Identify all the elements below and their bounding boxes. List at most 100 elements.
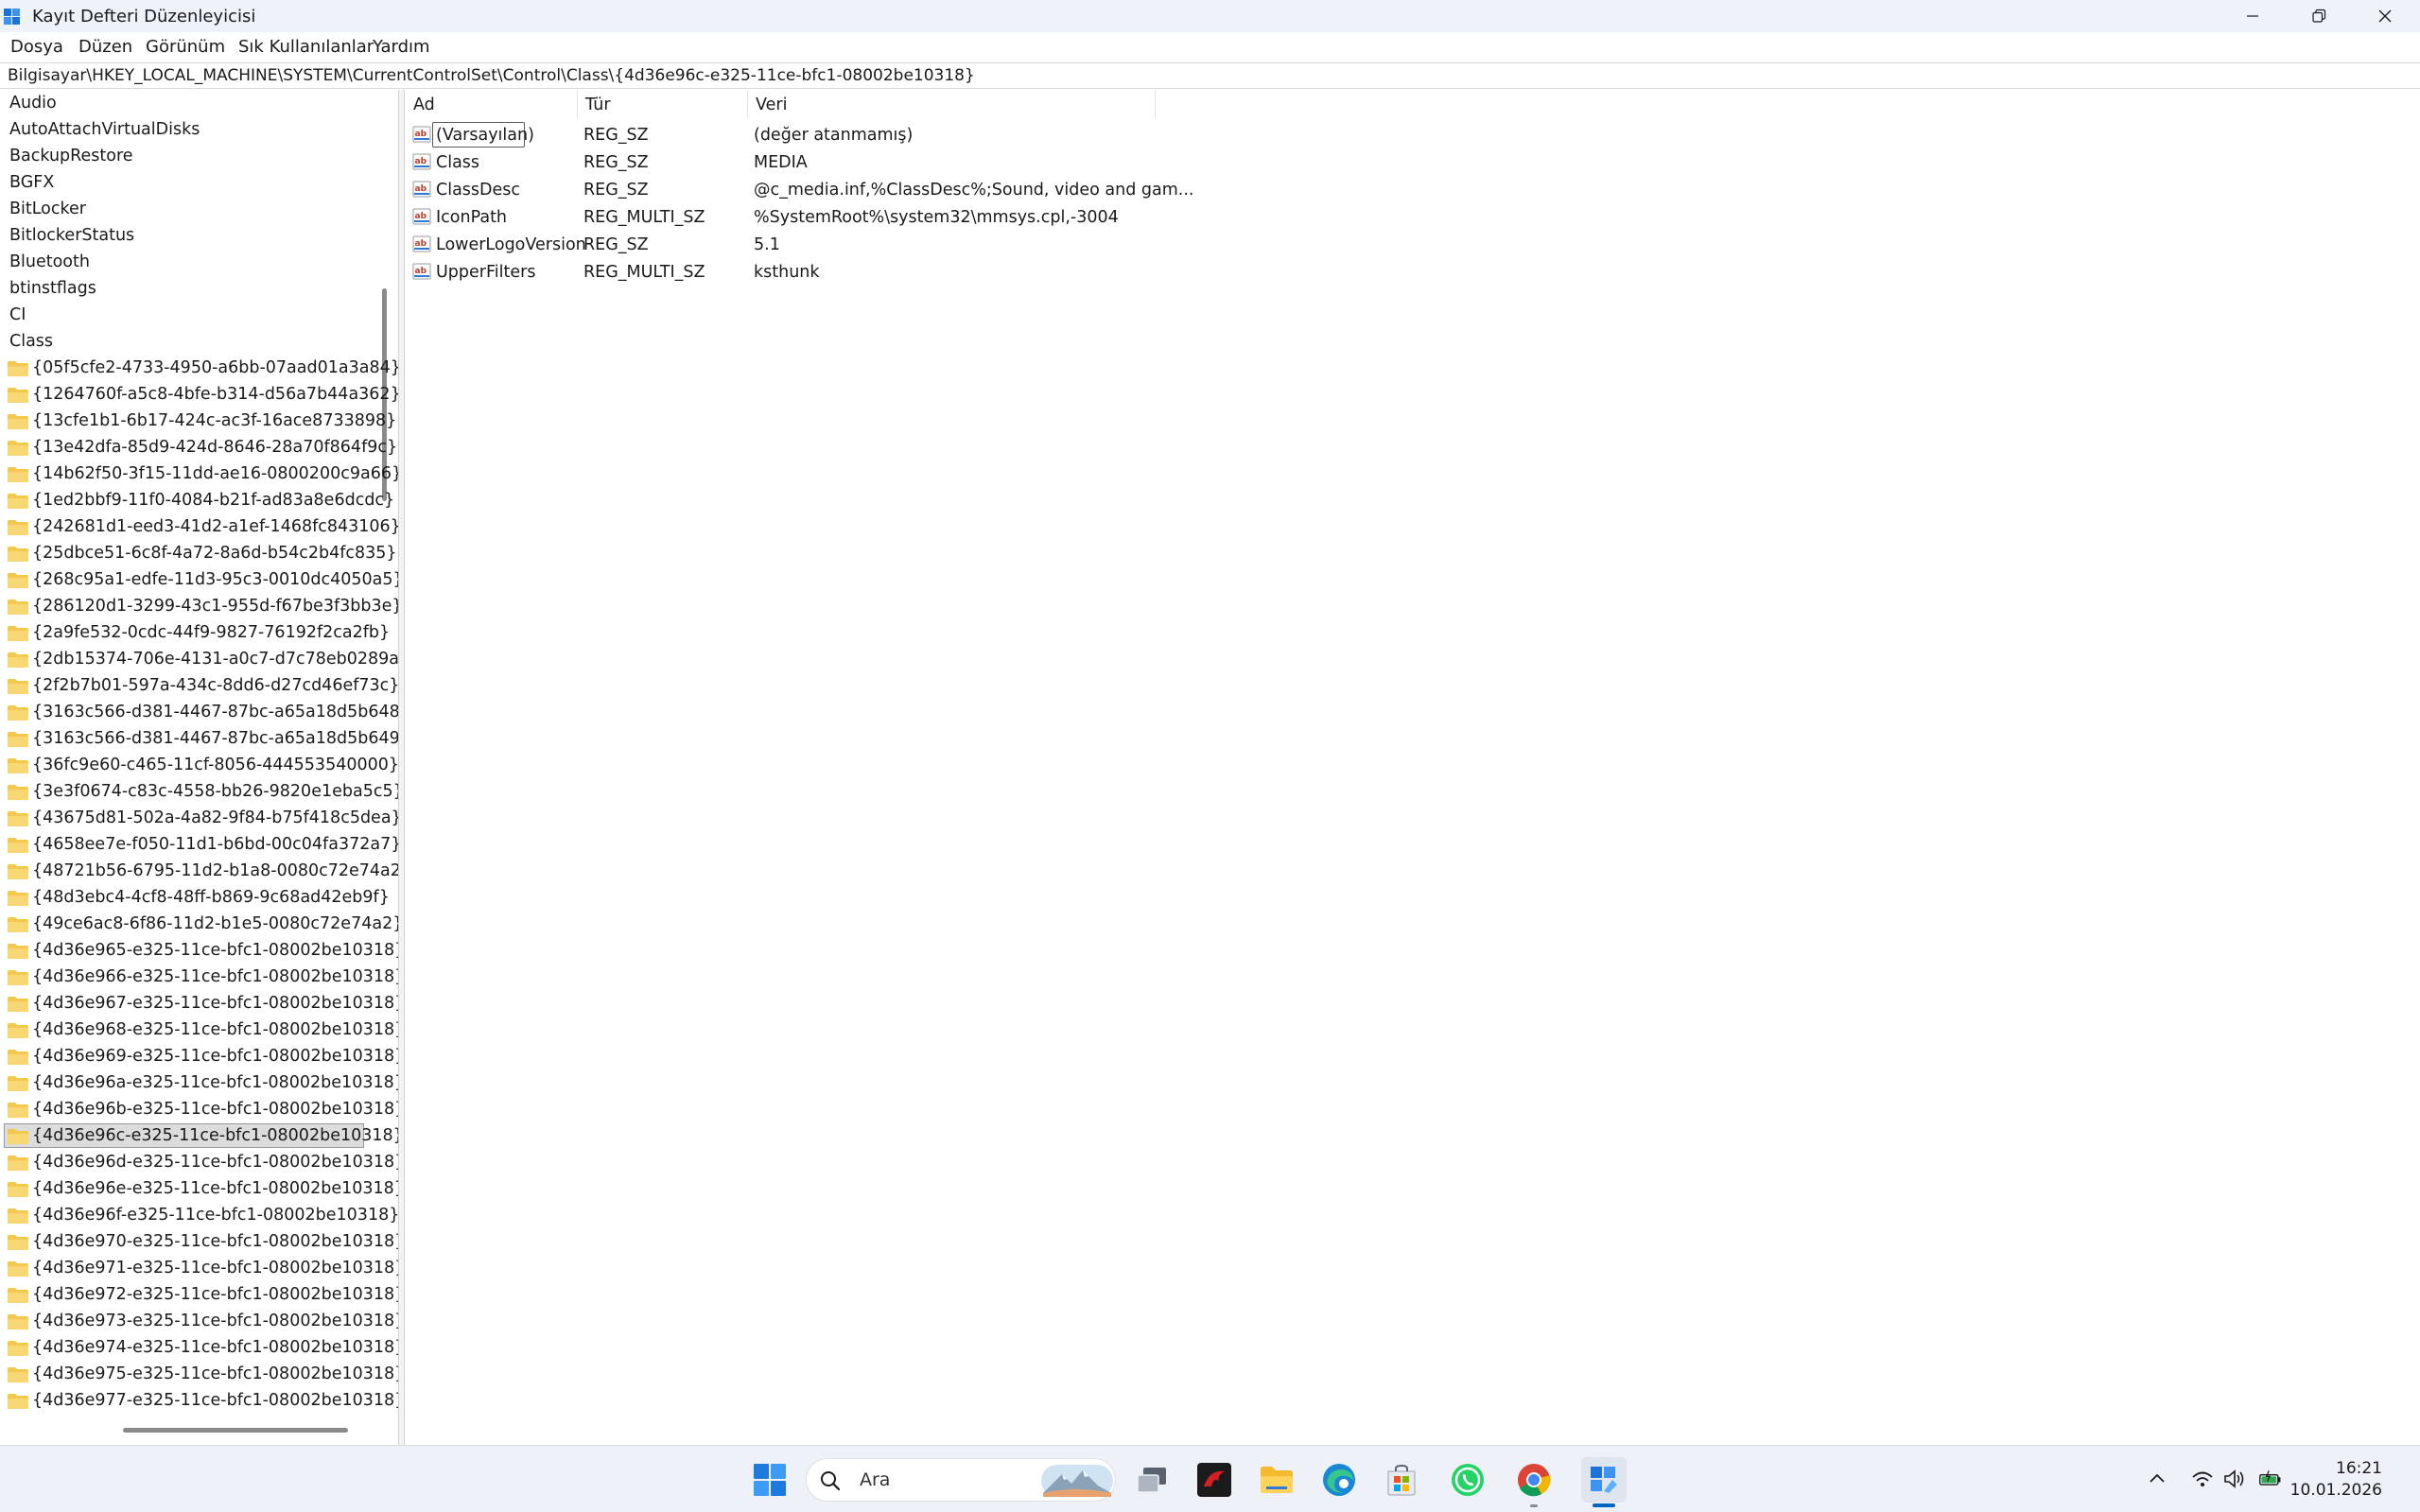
menu-edit[interactable]: Düzen: [78, 37, 132, 57]
start-button[interactable]: [751, 1461, 789, 1499]
value-row[interactable]: ab UpperFilters REG_MULTI_SZ ksthunk: [406, 258, 1446, 286]
address-bar[interactable]: Bilgisayar\HKEY_LOCAL_MACHINE\SYSTEM\Cur…: [0, 62, 2420, 89]
tree-item[interactable]: {4d36e966-e325-11ce-bfc1-08002be10318}: [0, 964, 398, 990]
folder-icon: [8, 732, 28, 747]
tree-item[interactable]: {4d36e96b-e325-11ce-bfc1-08002be10318}: [0, 1096, 398, 1122]
tree-item[interactable]: {1264760f-a5c8-4bfe-b314-d56a7b44a362}: [0, 381, 398, 408]
column-header-type[interactable]: Tür: [578, 90, 748, 118]
tree-item[interactable]: {2f2b7b01-597a-434c-8dd6-d27cd46ef73c}: [0, 672, 398, 699]
tree-item[interactable]: {25dbce51-6c8f-4a72-8a6d-b54c2b4fc835}: [0, 540, 397, 566]
tree-item[interactable]: {4d36e96f-e325-11ce-bfc1-08002be10318}: [0, 1202, 398, 1228]
value-row[interactable]: ab IconPath REG_MULTI_SZ %SystemRoot%\syste…: [406, 203, 1446, 231]
tree-item-label: {4d36e970-e325-11ce-bfc1-08002be10318}: [32, 1232, 399, 1251]
tree-item[interactable]: BitlockerStatus: [0, 222, 378, 249]
registry-tree[interactable]: Audio AutoAttachVirtualDisks BackupRestore…: [0, 90, 399, 1445]
tree-item[interactable]: {1ed2bbf9-11f0-4084-b21f-ad83a8e6dcdc}: [0, 487, 394, 513]
tree-item[interactable]: {14b62f50-3f15-11dd-ae16-0800200c9a66}: [0, 461, 398, 487]
tree-item[interactable]: {2a9fe532-0cdc-44f9-9827-76192f2ca2fb}: [0, 619, 390, 646]
taskbar-registry-editor[interactable]: [1581, 1457, 1627, 1503]
wifi-icon[interactable]: [2190, 1467, 2215, 1491]
column-header-name[interactable]: Ad: [406, 90, 578, 118]
taskbar-edge[interactable]: [1320, 1461, 1358, 1499]
tree-item[interactable]: {4d36e970-e325-11ce-bfc1-08002be10318}: [0, 1228, 398, 1255]
tree-item[interactable]: Audio: [0, 90, 378, 116]
registry-editor-icon: [1591, 1467, 1617, 1493]
tree-item[interactable]: Class: [0, 328, 378, 355]
tree-item[interactable]: {4658ee7e-f050-11d1-b6bd-00c04fa372a7}: [0, 831, 398, 858]
folder-icon: [8, 1367, 28, 1382]
tree-item[interactable]: {4d36e968-e325-11ce-bfc1-08002be10318}: [0, 1017, 398, 1043]
folder-icon: [8, 441, 28, 456]
tree-item[interactable]: {13e42dfa-85d9-424d-8646-28a70f864f9c}: [0, 434, 397, 461]
chevron-up-icon[interactable]: [2145, 1467, 2169, 1491]
task-view-button[interactable]: [1133, 1461, 1171, 1499]
taskbar-clock[interactable]: 16:21 10.01.2026: [2290, 1458, 2382, 1502]
tree-item[interactable]: {05f5cfe2-4733-4950-a6bb-07aad01a3a84}: [0, 355, 398, 381]
tree-item[interactable]: AutoAttachVirtualDisks: [0, 116, 378, 143]
value-row[interactable]: ab (Varsayılan) REG_SZ (değer atanmamış): [406, 121, 1446, 148]
close-button[interactable]: [2352, 0, 2418, 32]
menu-help[interactable]: Yardım: [373, 37, 430, 57]
tree-item[interactable]: {4d36e96e-e325-11ce-bfc1-08002be10318}: [0, 1175, 398, 1202]
value-row[interactable]: ab Class REG_SZ MEDIA: [406, 148, 1446, 176]
value-row[interactable]: ab LowerLogoVersion REG_SZ 5.1: [406, 231, 1446, 258]
taskbar-app-msi[interactable]: [1195, 1461, 1233, 1499]
tree-item[interactable]: BGFX: [0, 169, 378, 196]
tree-item[interactable]: {4d36e972-e325-11ce-bfc1-08002be10318}: [0, 1281, 398, 1308]
tree-item[interactable]: {13cfe1b1-6b17-424c-ac3f-16ace8733898}: [0, 408, 396, 434]
tree-item[interactable]: BackupRestore: [0, 143, 378, 169]
registry-values-list[interactable]: Ad Tür Veri ab (Varsayılan) REG_SZ (değer a…: [406, 90, 2420, 1445]
taskbar-chrome[interactable]: [1515, 1461, 1553, 1499]
taskbar-whatsapp[interactable]: [1449, 1461, 1487, 1499]
tree-item[interactable]: {4d36e967-e325-11ce-bfc1-08002be10318}: [0, 990, 398, 1017]
tree-item[interactable]: {36fc9e60-c465-11cf-8056-444553540000}: [0, 752, 398, 778]
address-path: Bilgisayar\HKEY_LOCAL_MACHINE\SYSTEM\Cur…: [8, 66, 975, 85]
tree-item[interactable]: {4d36e971-e325-11ce-bfc1-08002be10318}: [0, 1255, 398, 1281]
taskbar-file-explorer[interactable]: [1258, 1461, 1296, 1499]
tree-item[interactable]: {4d36e974-e325-11ce-bfc1-08002be10318}: [0, 1334, 398, 1361]
tree-item[interactable]: {4d36e969-e325-11ce-bfc1-08002be10318}: [0, 1043, 398, 1069]
tree-item-label: {48721b56-6795-11d2-b1a8-0080c72e74a2}: [32, 861, 399, 880]
restore-button[interactable]: [2286, 0, 2352, 32]
pane-splitter[interactable]: [399, 90, 405, 1445]
volume-icon[interactable]: [2222, 1467, 2247, 1491]
battery-charging-icon[interactable]: [2258, 1467, 2283, 1491]
tree-item[interactable]: {48d3ebc4-4cf8-48ff-b869-9c68ad42eb9f}: [0, 884, 390, 911]
tree-item-label: {25dbce51-6c8f-4a72-8a6d-b54c2b4fc835}: [32, 544, 397, 563]
tree-item[interactable]: {43675d81-502a-4a82-9f84-b75f418c5dea}: [0, 805, 398, 831]
tree-item[interactable]: {2db15374-706e-4131-a0c7-d7c78eb0289a}: [0, 646, 398, 672]
tree-item[interactable]: BitLocker: [0, 196, 378, 222]
tree-item-label: {4d36e96e-e325-11ce-bfc1-08002be10318}: [32, 1179, 399, 1198]
menu-favorites[interactable]: Sık Kullanılanlar: [238, 37, 374, 57]
tree-horizontal-scrollbar[interactable]: [123, 1428, 348, 1433]
value-row[interactable]: ab ClassDesc REG_SZ @c_media.inf,%ClassDesc…: [406, 176, 1446, 203]
folder-icon: [8, 388, 28, 403]
svg-text:ab: ab: [415, 212, 427, 221]
column-header-data[interactable]: Veri: [748, 90, 1156, 118]
tree-item[interactable]: {242681d1-eed3-41d2-a1ef-1468fc843106}: [0, 513, 398, 540]
tree-item[interactable]: {4d36e96c-e325-11ce-bfc1-08002be10318}: [0, 1122, 398, 1149]
tree-item[interactable]: {4d36e973-e325-11ce-bfc1-08002be10318}: [0, 1308, 398, 1334]
tree-item[interactable]: {4d36e965-e325-11ce-bfc1-08002be10318}: [0, 937, 398, 964]
menu-view[interactable]: Görünüm: [146, 37, 225, 57]
tree-item[interactable]: CI: [0, 302, 378, 328]
menu-file[interactable]: Dosya: [10, 37, 63, 57]
tree-item[interactable]: {3e3f0674-c83c-4558-bb26-9820e1eba5c5}: [0, 778, 398, 805]
taskbar-store[interactable]: [1383, 1461, 1420, 1499]
tree-item[interactable]: {268c95a1-edfe-11d3-95c3-0010dc4050a5}: [0, 566, 398, 593]
tree-item[interactable]: {49ce6ac8-6f86-11d2-b1e5-0080c72e74a2}: [0, 911, 398, 937]
tree-item[interactable]: Bluetooth: [0, 249, 378, 275]
tree-item[interactable]: {4d36e96a-e325-11ce-bfc1-08002be10318}: [0, 1069, 398, 1096]
tree-item[interactable]: btinstflags: [0, 275, 378, 302]
value-type: REG_SZ: [583, 235, 649, 254]
tree-item[interactable]: {4d36e96d-e325-11ce-bfc1-08002be10318}: [0, 1149, 398, 1175]
tree-item[interactable]: {4d36e977-e325-11ce-bfc1-08002be10318}: [0, 1387, 398, 1414]
tree-item[interactable]: {48721b56-6795-11d2-b1a8-0080c72e74a2}: [0, 858, 398, 884]
tree-item[interactable]: {286120d1-3299-43c1-955d-f67be3f3bb3e}: [0, 593, 398, 619]
tree-item[interactable]: {3163c566-d381-4467-87bc-a65a18d5b648}: [0, 699, 398, 725]
tree-item-label: {286120d1-3299-43c1-955d-f67be3f3bb3e}: [32, 597, 399, 616]
minimize-button[interactable]: [2220, 0, 2286, 32]
tree-item[interactable]: {4d36e975-e325-11ce-bfc1-08002be10318}: [0, 1361, 398, 1387]
taskbar-search[interactable]: Ara: [806, 1458, 1116, 1502]
tree-item[interactable]: {3163c566-d381-4467-87bc-a65a18d5b649}: [0, 725, 398, 752]
